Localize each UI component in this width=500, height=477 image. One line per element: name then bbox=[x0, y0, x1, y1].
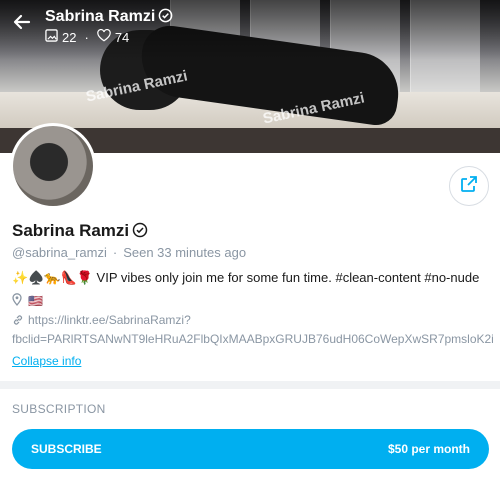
link-text-line2: fbclid=PARlRTSANwNT9leHRuA2FlbQIxMAABpxG… bbox=[12, 332, 494, 346]
link-text-line1: https://linktr.ee/SabrinaRamzi? bbox=[28, 313, 191, 327]
profile-name-row: Sabrina Ramzi bbox=[12, 221, 148, 243]
verified-icon bbox=[132, 222, 148, 243]
image-icon bbox=[45, 29, 58, 45]
profile-bio: ✨♠️🐆👠🌹 VIP vibes only join me for some f… bbox=[12, 270, 480, 285]
header-stats: 22 · 74 bbox=[45, 28, 130, 45]
profile-link[interactable]: https://linktr.ee/SabrinaRamzi? fbclid=P… bbox=[12, 312, 494, 348]
photos-count: 22 bbox=[62, 29, 77, 45]
back-arrow-icon[interactable] bbox=[10, 12, 34, 36]
subscription-title: SUBSCRIPTION bbox=[12, 402, 106, 416]
collapse-info-link[interactable]: Collapse info bbox=[12, 354, 81, 368]
subscribe-button[interactable]: SUBSCRIBE $50 per month bbox=[12, 429, 489, 469]
heart-icon bbox=[97, 28, 111, 45]
likes-count: 74 bbox=[114, 29, 130, 45]
location-pin-icon bbox=[12, 293, 22, 309]
share-icon bbox=[460, 175, 478, 198]
handle-separator: · bbox=[112, 245, 118, 260]
top-bar: Sabrina Ramzi 22 · 74 bbox=[0, 0, 500, 50]
avatar-image bbox=[13, 126, 93, 206]
link-icon bbox=[12, 314, 24, 331]
subscribe-label: SUBSCRIBE bbox=[31, 442, 102, 456]
header-name: Sabrina Ramzi bbox=[45, 8, 156, 25]
subscribe-price: $50 per month bbox=[387, 442, 470, 456]
stats-separator: · bbox=[84, 29, 89, 45]
share-button[interactable] bbox=[449, 166, 489, 206]
profile-name: Sabrina Ramzi bbox=[12, 221, 130, 240]
profile-handle: @sabrina_ramzi bbox=[12, 245, 107, 260]
avatar[interactable] bbox=[10, 123, 96, 209]
section-divider bbox=[0, 381, 500, 389]
location-row: 🇺🇸 bbox=[12, 293, 43, 309]
verified-icon bbox=[158, 8, 173, 28]
header-title: Sabrina Ramzi bbox=[45, 8, 173, 28]
handle-row: @sabrina_ramzi · Seen 33 minutes ago bbox=[12, 245, 246, 260]
location-flag: 🇺🇸 bbox=[28, 294, 43, 308]
last-seen: Seen 33 minutes ago bbox=[123, 245, 247, 260]
